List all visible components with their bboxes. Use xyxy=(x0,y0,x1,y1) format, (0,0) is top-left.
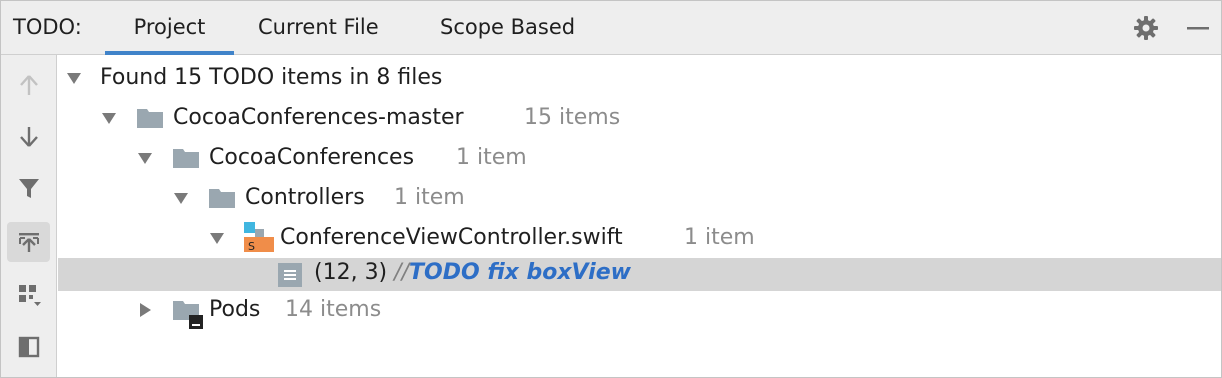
controllers-count: 1 item xyxy=(394,185,465,210)
selected-tab-indicator xyxy=(105,51,234,55)
tree-node-project[interactable]: CocoaConferences-master 15 items xyxy=(58,98,1221,138)
expand-arrow-icon[interactable] xyxy=(137,150,153,166)
swift-file-icon: S xyxy=(244,222,274,253)
todo-item-icon xyxy=(278,263,302,287)
expand-arrow-icon[interactable] xyxy=(209,230,225,246)
pods-count: 14 items xyxy=(285,297,382,322)
pods-label: Pods xyxy=(209,297,261,322)
tree-node-module[interactable]: CocoaConferences 1 item xyxy=(58,138,1221,178)
tree-node-pods[interactable]: Pods 14 items xyxy=(58,290,1221,330)
todo-tree: Found 15 TODO items in 8 files CocoaConf… xyxy=(58,56,1221,377)
excluded-folder-icon xyxy=(173,301,203,329)
module-label: CocoaConferences xyxy=(209,145,415,170)
expand-arrow-icon[interactable] xyxy=(66,70,82,86)
filter-icon[interactable] xyxy=(7,168,50,208)
todo-tool-window: TODO: Project Current File Scope Based F… xyxy=(0,0,1222,378)
tree-node-file[interactable]: S ConferenceViewController.swift 1 item xyxy=(58,218,1221,258)
tab-current-file[interactable]: Current File xyxy=(258,1,379,54)
group-by-icon[interactable] xyxy=(7,275,50,315)
folder-icon xyxy=(137,109,163,128)
project-label: CocoaConferences-master xyxy=(173,105,464,130)
svg-text:S: S xyxy=(248,240,255,253)
previous-occurrence-icon[interactable] xyxy=(7,65,50,105)
file-label: ConferenceViewController.swift xyxy=(280,225,623,250)
tree-root[interactable]: Found 15 TODO items in 8 files xyxy=(58,58,1221,98)
minimize-icon[interactable] xyxy=(1183,13,1213,43)
todo-item-text: (12, 3) //TODO fix boxView xyxy=(314,260,631,285)
tree-node-controllers[interactable]: Controllers 1 item xyxy=(58,178,1221,218)
todo-body: TODO fix boxView xyxy=(408,260,631,285)
collapse-arrow-icon[interactable] xyxy=(137,302,153,318)
tab-scope-based[interactable]: Scope Based xyxy=(440,1,575,54)
expand-arrow-icon[interactable] xyxy=(101,110,117,126)
next-occurrence-icon[interactable] xyxy=(7,117,50,157)
controllers-label: Controllers xyxy=(245,185,365,210)
todo-comment-prefix: // xyxy=(394,260,409,285)
tab-current-file-label: Current File xyxy=(258,15,379,39)
gear-icon[interactable] xyxy=(1131,13,1161,43)
project-count: 15 items xyxy=(524,105,621,130)
tree-root-label: Found 15 TODO items in 8 files xyxy=(100,65,443,90)
preview-panel-icon[interactable] xyxy=(7,327,50,367)
expand-arrow-icon[interactable] xyxy=(173,190,189,206)
tab-project[interactable]: Project xyxy=(105,1,234,55)
tab-scope-based-label: Scope Based xyxy=(440,15,576,39)
tab-project-label: Project xyxy=(133,15,206,39)
module-count: 1 item xyxy=(456,145,527,170)
autoscroll-to-source-icon[interactable] xyxy=(7,222,50,262)
tool-window-header: TODO: Project Current File Scope Based xyxy=(1,1,1221,55)
tool-window-title: TODO: xyxy=(13,15,82,39)
todo-position: (12, 3) xyxy=(314,260,388,285)
folder-icon xyxy=(209,189,235,208)
folder-icon xyxy=(173,149,199,168)
file-count: 1 item xyxy=(684,225,755,250)
todo-item[interactable]: (12, 3) //TODO fix boxView xyxy=(58,258,1221,291)
todo-toolbar xyxy=(1,55,57,377)
